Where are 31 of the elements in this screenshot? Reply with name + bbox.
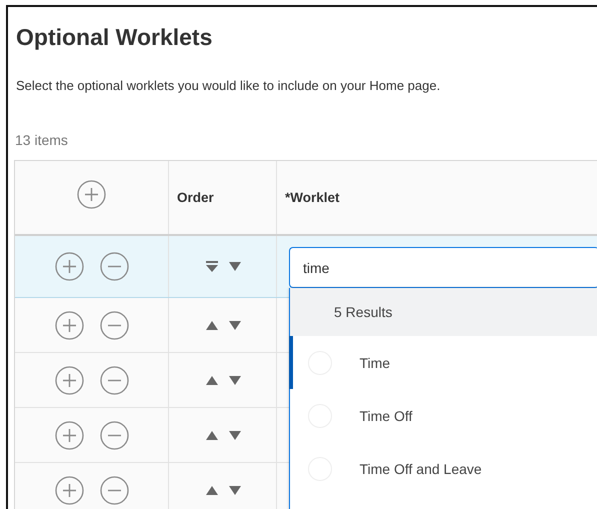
add-row-icon[interactable] bbox=[54, 366, 84, 394]
column-header: Order bbox=[176, 190, 214, 205]
up-arrow-icon[interactable] bbox=[205, 430, 219, 440]
remove-row-icon[interactable] bbox=[100, 252, 128, 281]
remove-row-icon[interactable] bbox=[100, 310, 128, 340]
result-option[interactable]: Time Off bbox=[288, 389, 597, 442]
remove-row-icon[interactable] bbox=[100, 366, 128, 394]
result-option[interactable]: Time Off and Leave bbox=[288, 442, 597, 495]
down-arrow-icon[interactable] bbox=[228, 430, 242, 440]
item-count: 13 items bbox=[14, 131, 69, 149]
results-count: 5 Results bbox=[334, 304, 392, 320]
move-to-top-icon[interactable] bbox=[205, 260, 219, 272]
search-field[interactable]: time bbox=[289, 247, 597, 288]
up-arrow-icon[interactable] bbox=[205, 486, 219, 494]
page-title: Optional Worklets bbox=[15, 23, 214, 52]
remove-row-icon[interactable] bbox=[100, 420, 128, 450]
result-option[interactable]: Time bbox=[288, 336, 597, 389]
down-arrow-icon[interactable] bbox=[228, 486, 242, 494]
description-text: Select the optional worklets you would like to include on your Home page. bbox=[15, 77, 442, 95]
up-arrow-icon[interactable] bbox=[205, 376, 219, 384]
add-row-icon[interactable] bbox=[54, 476, 84, 504]
add-row-icon[interactable] bbox=[54, 420, 84, 450]
down-arrow-icon[interactable] bbox=[228, 262, 242, 271]
column-header: *Worklet bbox=[284, 190, 340, 205]
add-row-icon[interactable] bbox=[77, 180, 106, 209]
remove-row-icon[interactable] bbox=[100, 476, 128, 504]
down-arrow-icon[interactable] bbox=[228, 376, 242, 384]
add-row-icon[interactable] bbox=[54, 310, 84, 340]
add-row-icon[interactable] bbox=[54, 252, 84, 281]
down-arrow-icon[interactable] bbox=[228, 320, 242, 330]
up-arrow-icon[interactable] bbox=[205, 320, 219, 330]
